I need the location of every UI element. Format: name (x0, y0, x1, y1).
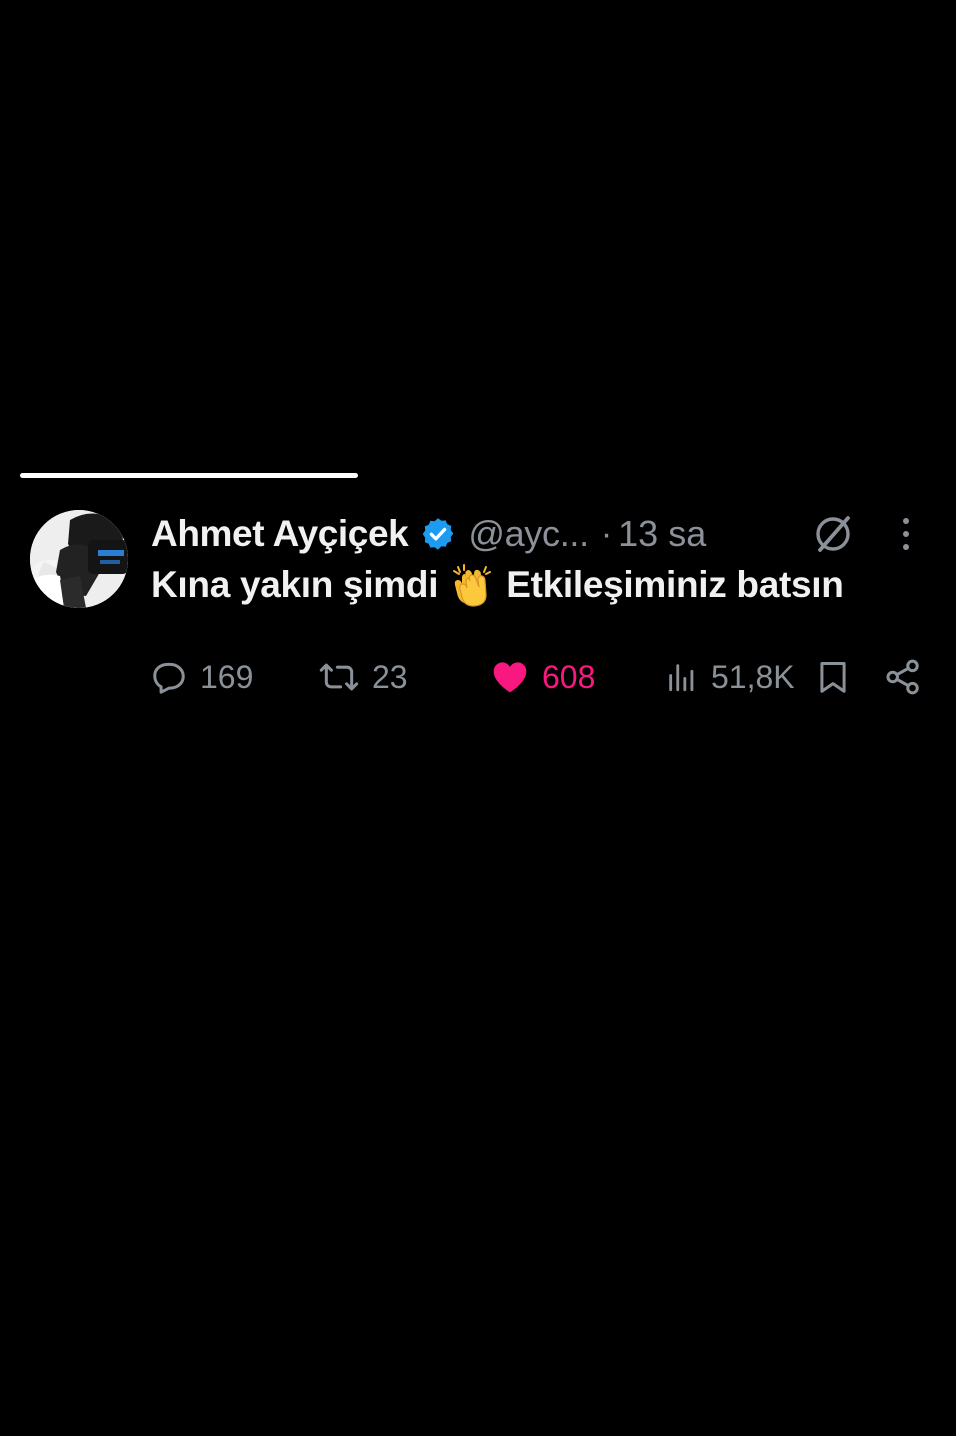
views-icon (669, 664, 694, 692)
share-icon (886, 659, 919, 695)
tab-indicator (20, 473, 358, 478)
tweet-text-part-2: Etkileşiminiz batsın (506, 564, 844, 605)
retweet-count: 23 (372, 658, 408, 695)
retweet-button[interactable]: 23 (318, 654, 408, 700)
heart-icon (493, 662, 527, 693)
views-count: 51,8K (711, 658, 795, 695)
display-name[interactable]: Ahmet Ayçiçek (151, 513, 409, 555)
grok-icon[interactable] (812, 512, 856, 556)
reply-button[interactable]: 169 (150, 654, 253, 700)
share-button[interactable] (884, 654, 922, 700)
avatar[interactable] (30, 510, 128, 608)
more-options-icon[interactable] (896, 514, 916, 554)
reply-count: 169 (200, 658, 254, 695)
views-button[interactable]: 51,8K (665, 654, 795, 700)
reply-icon (153, 662, 185, 694)
tweet-text-part-1: Kına yakın şimdi (151, 564, 439, 605)
verified-badge-icon (423, 518, 454, 550)
clapping-hands-icon (453, 564, 492, 607)
timestamp[interactable]: 13 sa (618, 513, 706, 555)
bookmark-icon (820, 662, 846, 693)
bookmark-button[interactable] (814, 654, 852, 700)
retweet-icon (319, 663, 359, 691)
like-button[interactable]: 608 (490, 654, 595, 700)
separator-dot: · (600, 514, 613, 553)
like-count: 608 (542, 658, 596, 695)
tweet-text: Kına yakın şimdi Etkileşiminiz batsın (151, 563, 941, 607)
handle[interactable]: @ayc... (468, 513, 589, 555)
